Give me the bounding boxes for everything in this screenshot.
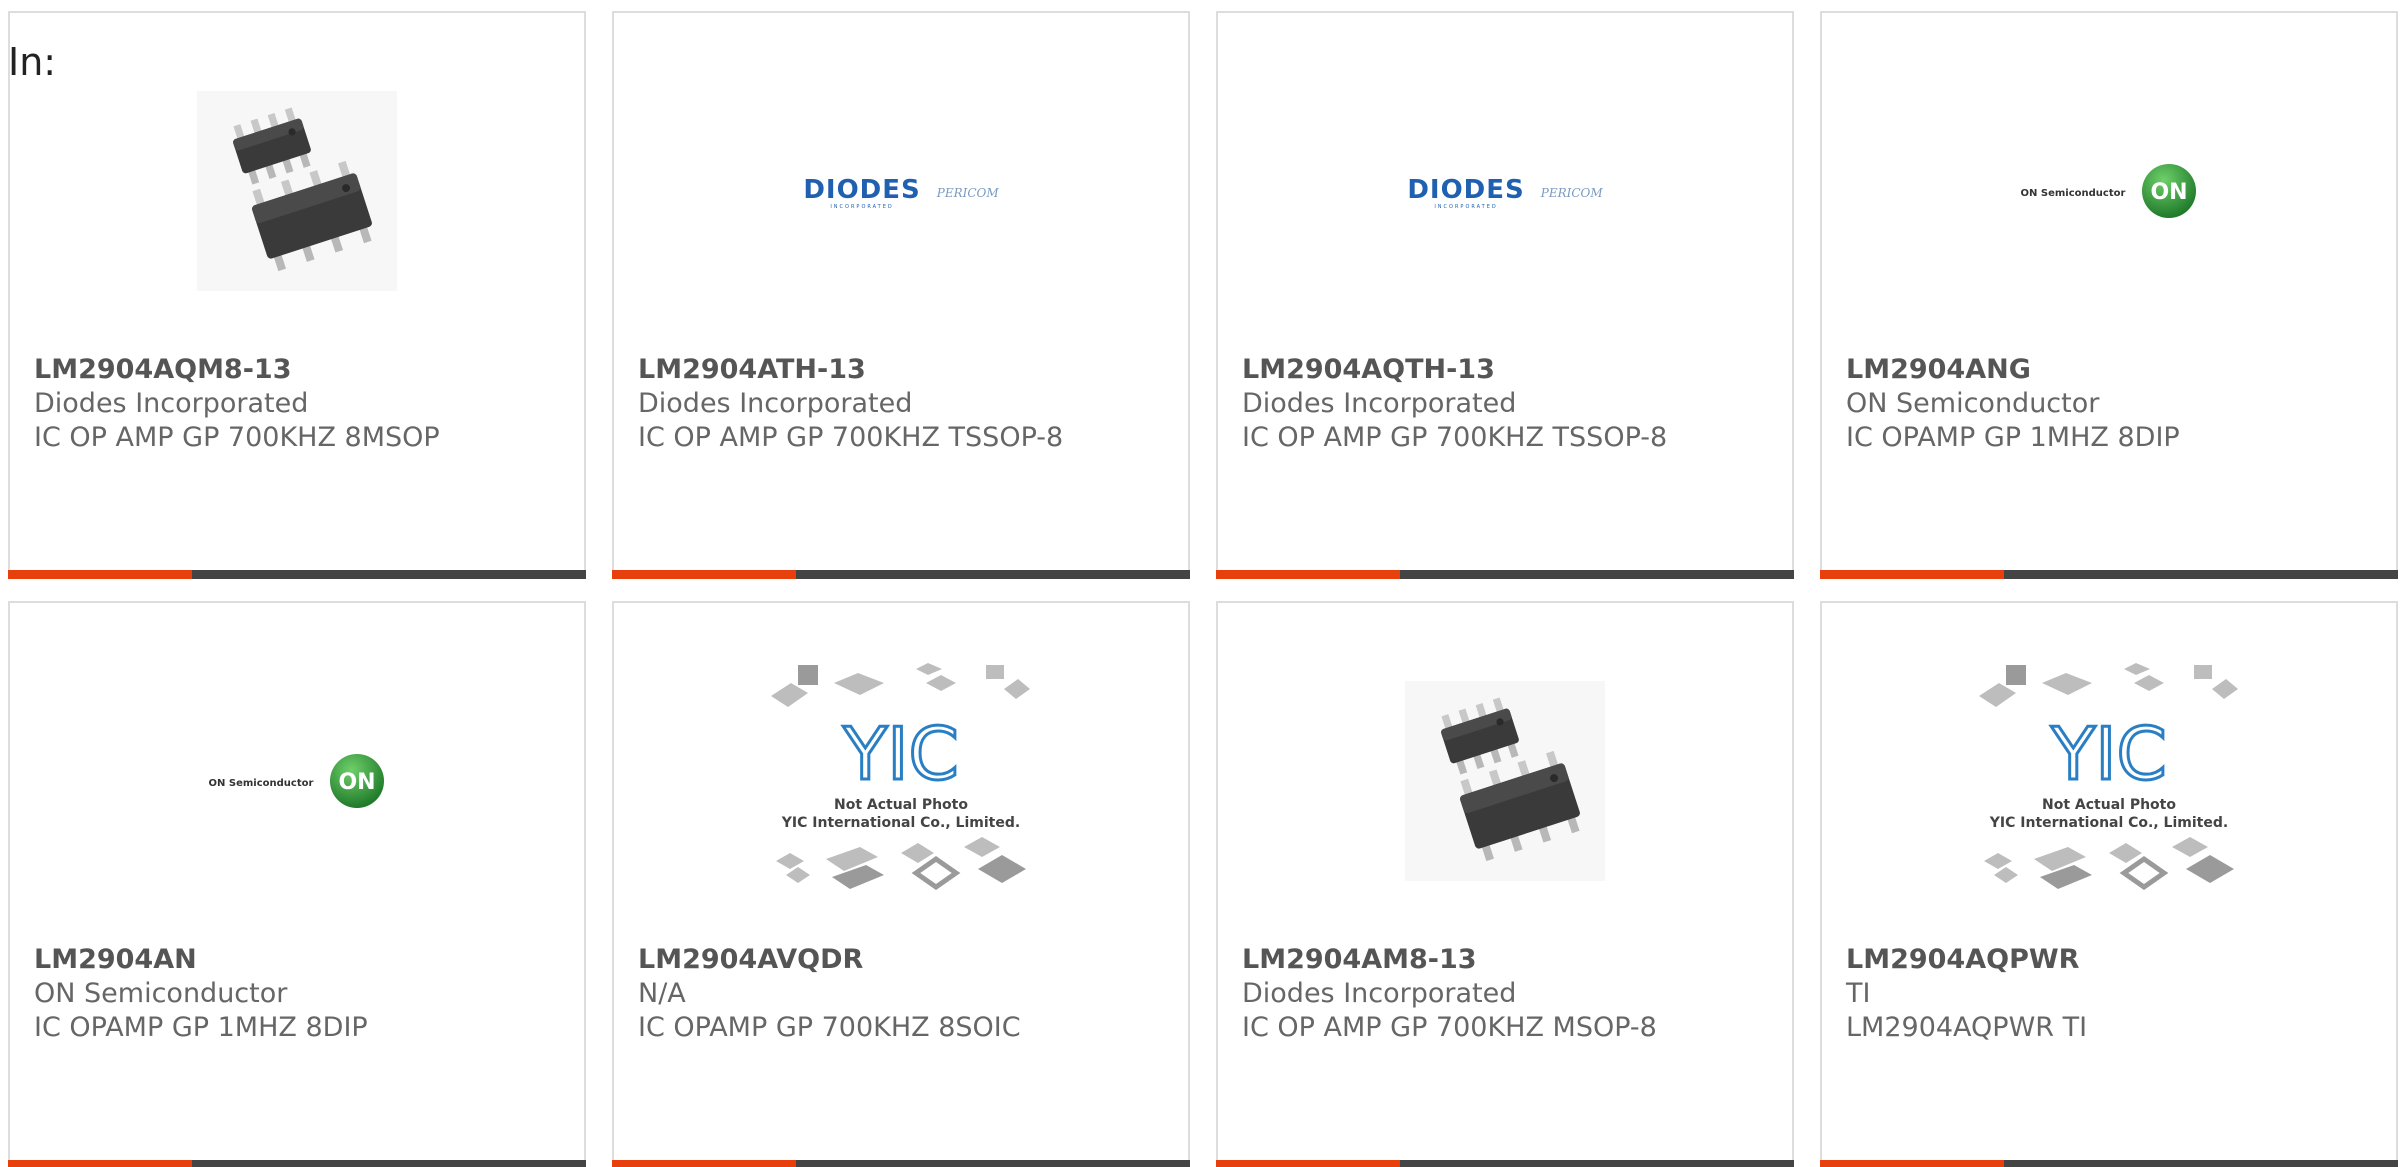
part-number-link[interactable]: LM2904AQTH-13 — [1242, 353, 1776, 387]
card-bottom-bar — [1216, 570, 1794, 579]
card-bottom-bar — [8, 1160, 586, 1167]
card-bottom-bar — [1216, 1160, 1794, 1167]
part-number-link[interactable]: LM2904ATH-13 — [638, 353, 1172, 387]
product-image[interactable] — [10, 73, 584, 313]
product-image[interactable]: ON Semiconductor ON — [10, 663, 584, 903]
on-semiconductor-logo: ON Semiconductor ON — [2021, 163, 2198, 223]
svg-text:ON: ON — [2151, 180, 2188, 205]
description: LM2904AQPWR TI — [1846, 1012, 2088, 1043]
description: IC OPAMP GP 700KHZ 8SOIC — [638, 1012, 1021, 1043]
yic-caption-line2: YIC International Co., Limited. — [1989, 815, 2228, 831]
card-bottom-bar — [1820, 1160, 2398, 1167]
part-number-link[interactable]: LM2904AM8-13 — [1242, 943, 1776, 977]
ic-chip-photo — [197, 91, 397, 295]
product-card[interactable]: DIODES INCORPORATED PERICOM LM2904AQTH-13 Di… — [1216, 11, 1794, 579]
ic-chip-photo — [1405, 681, 1605, 885]
yic-placeholder-image: YIC Not Actual Photo YIC International Co.… — [1974, 661, 2244, 905]
part-number-link[interactable]: LM2904AN — [34, 943, 568, 977]
card-accent-bar — [612, 1160, 796, 1167]
manufacturer: TI — [1846, 978, 1871, 1009]
on-badge-icon: ON — [329, 753, 385, 813]
yic-caption-line2: YIC International Co., Limited. — [781, 815, 1020, 831]
product-grid-page: In: LM2904AQM8-13 Diodes Incorporated IC O… — [0, 0, 2400, 1167]
on-semiconductor-logo: ON Semiconductor ON — [209, 753, 386, 813]
svg-text:YIC: YIC — [2050, 712, 2167, 796]
product-card[interactable]: YIC Not Actual Photo YIC International Co.… — [612, 601, 1190, 1167]
part-number-link[interactable]: LM2904AVQDR — [638, 943, 1172, 977]
product-grid: LM2904AQM8-13 Diodes Incorporated IC OP AM… — [8, 11, 2400, 1167]
product-card[interactable]: LM2904AM8-13 Diodes Incorporated IC OP AMP… — [1216, 601, 1794, 1167]
product-info: LM2904ANG ON Semiconductor IC OPAMP GP 1MH… — [1846, 353, 2380, 455]
description: IC OPAMP GP 1MHZ 8DIP — [34, 1012, 368, 1043]
product-image[interactable] — [1218, 663, 1792, 903]
part-number-link[interactable]: LM2904ANG — [1846, 353, 2380, 387]
card-accent-bar — [1216, 1160, 1400, 1167]
yic-placeholder-image: YIC Not Actual Photo YIC International Co.… — [766, 661, 1036, 905]
on-badge-icon: ON — [2141, 163, 2197, 223]
manufacturer: Diodes Incorporated — [1242, 978, 1517, 1009]
card-accent-bar — [8, 570, 192, 579]
product-info: LM2904AQPWR TI LM2904AQPWR TI — [1846, 943, 2380, 1045]
card-accent-bar — [1820, 570, 2004, 579]
part-number-link[interactable]: LM2904AQPWR — [1846, 943, 2380, 977]
product-image[interactable]: DIODES INCORPORATED PERICOM — [1218, 73, 1792, 313]
diodes-pericom-logo: DIODES INCORPORATED PERICOM — [1407, 175, 1603, 210]
manufacturer: Diodes Incorporated — [638, 388, 913, 419]
part-number-link[interactable]: LM2904AQM8-13 — [34, 353, 568, 387]
description: IC OP AMP GP 700KHZ TSSOP-8 — [638, 422, 1064, 453]
product-image[interactable]: YIC Not Actual Photo YIC International Co.… — [1822, 663, 2396, 903]
description: IC OPAMP GP 1MHZ 8DIP — [1846, 422, 2180, 453]
card-accent-bar — [1216, 570, 1400, 579]
product-card[interactable]: ON Semiconductor ON LM2904AN ON Semiconduct… — [8, 601, 586, 1167]
card-bottom-bar — [612, 570, 1190, 579]
product-image[interactable]: DIODES INCORPORATED PERICOM — [614, 73, 1188, 313]
product-image[interactable]: ON Semiconductor ON — [1822, 73, 2396, 313]
product-card[interactable]: DIODES INCORPORATED PERICOM LM2904ATH-13 Dio… — [612, 11, 1190, 579]
in-label: In: — [8, 40, 57, 84]
yic-caption-line1: Not Actual Photo — [834, 797, 968, 813]
description: IC OP AMP GP 700KHZ 8MSOP — [34, 422, 440, 453]
card-accent-bar — [1820, 1160, 2004, 1167]
product-info: LM2904AQTH-13 Diodes Incorporated IC OP AM… — [1242, 353, 1776, 455]
manufacturer: ON Semiconductor — [34, 978, 288, 1009]
card-accent-bar — [8, 1160, 192, 1167]
yic-caption-line1: Not Actual Photo — [2042, 797, 2176, 813]
product-card[interactable]: LM2904AQM8-13 Diodes Incorporated IC OP AM… — [8, 11, 586, 579]
product-image[interactable]: YIC Not Actual Photo YIC International Co.… — [614, 663, 1188, 903]
card-bottom-bar — [1820, 570, 2398, 579]
diodes-pericom-logo: DIODES INCORPORATED PERICOM — [803, 175, 999, 210]
description: IC OP AMP GP 700KHZ TSSOP-8 — [1242, 422, 1668, 453]
manufacturer: ON Semiconductor — [1846, 388, 2100, 419]
product-card[interactable]: YIC Not Actual Photo YIC International Co.… — [1820, 601, 2398, 1167]
manufacturer: Diodes Incorporated — [1242, 388, 1517, 419]
yic-logo-icon: YIC Not Actual Photo YIC International Co.… — [766, 661, 1036, 905]
manufacturer: Diodes Incorporated — [34, 388, 309, 419]
yic-logo-icon: YIC Not Actual Photo YIC International Co.… — [1974, 661, 2244, 905]
card-accent-bar — [612, 570, 796, 579]
product-info: LM2904AN ON Semiconductor IC OPAMP GP 1MHZ… — [34, 943, 568, 1045]
svg-text:YIC: YIC — [842, 712, 959, 796]
svg-text:ON: ON — [339, 770, 376, 795]
description: IC OP AMP GP 700KHZ MSOP-8 — [1242, 1012, 1657, 1043]
card-bottom-bar — [612, 1160, 1190, 1167]
manufacturer: N/A — [638, 978, 686, 1009]
product-info: LM2904AQM8-13 Diodes Incorporated IC OP AM… — [34, 353, 568, 455]
product-info: LM2904ATH-13 Diodes Incorporated IC OP AMP… — [638, 353, 1172, 455]
product-info: LM2904AVQDR N/A IC OPAMP GP 700KHZ 8SOIC — [638, 943, 1172, 1045]
card-bottom-bar — [8, 570, 586, 579]
product-card[interactable]: ON Semiconductor ON LM2904ANG ON Semiconduc… — [1820, 11, 2398, 579]
product-info: LM2904AM8-13 Diodes Incorporated IC OP AMP… — [1242, 943, 1776, 1045]
